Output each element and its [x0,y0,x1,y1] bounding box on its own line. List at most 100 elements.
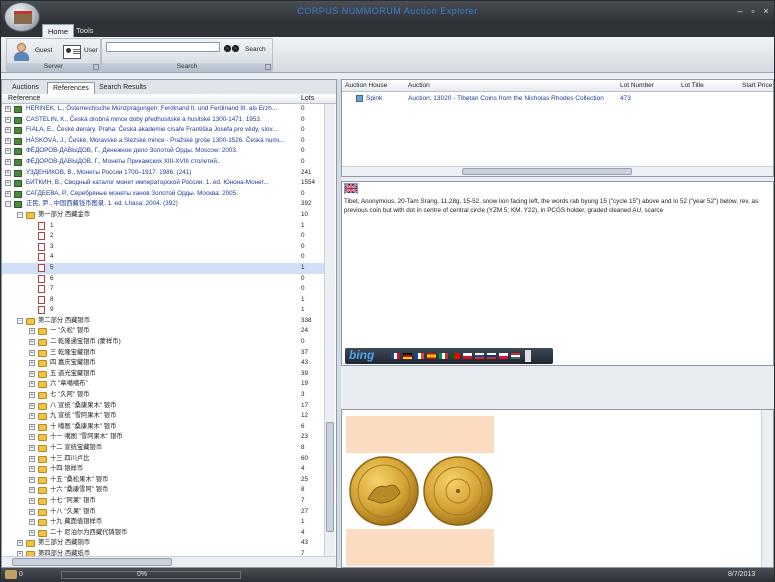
column-reference[interactable]: Reference [8,95,40,102]
pt-flag-icon[interactable] [451,353,460,359]
scroll-thumb[interactable] [326,422,334,532]
expand-icon[interactable]: + [29,381,35,388]
de-flag-icon[interactable] [403,353,412,359]
expand-icon[interactable]: + [29,328,35,335]
expand-icon[interactable]: + [5,137,11,144]
maximize-button[interactable]: ▫ [747,5,759,17]
collapse-icon[interactable]: − [17,317,23,324]
minimize-button[interactable]: – [734,5,746,17]
expand-icon[interactable]: + [29,392,35,399]
expand-icon[interactable]: + [29,508,35,515]
expand-icon[interactable]: + [29,423,35,430]
binoculars-icon[interactable] [224,44,242,53]
horizontal-scrollbar[interactable] [342,166,773,176]
expand-icon[interactable]: + [5,190,11,197]
tree-row[interactable]: + ФЁДОРОВ-ДАВЫДОВ, Г., Монеты Прикамских … [2,157,324,168]
tab-auctions[interactable]: Auctions [7,82,44,94]
expand-icon[interactable]: + [29,434,35,441]
hu-flag-icon[interactable] [511,353,520,359]
search-input[interactable] [106,42,220,52]
tree-row[interactable]: + 二 乾隆通宝银币 (蒙样币) 0 [2,337,324,348]
column-lot-number[interactable]: Lot Number [620,82,654,89]
close-button[interactable]: × [760,5,772,17]
expand-icon[interactable]: + [29,487,35,494]
tree-row[interactable]: + БИТКИН, В., Сводный каталог монет импер… [2,178,324,189]
search-group-launcher[interactable] [265,64,271,70]
tree-row[interactable]: + 五 道光宝藏银币 39 [2,369,324,380]
tree-row[interactable]: + 十九 藏面值银样币 1 [2,517,324,528]
tree-row[interactable]: + FIALA, E., České denáry. Praha: Česká a… [2,125,324,136]
expand-icon[interactable]: + [29,497,35,504]
tree-row[interactable]: + 七 "久阿" 银币 3 [2,390,324,401]
tree-row[interactable]: + 第四部分 西藏纸币 7 [2,549,324,556]
expand-icon[interactable]: + [29,519,35,526]
tree-row[interactable]: + 十五 "桑松果木" 银币 25 [2,475,324,486]
table-row[interactable]: Spink Auction: 13020 - Tibetan Coins fro… [342,93,773,104]
expand-icon[interactable]: + [5,148,11,155]
expand-icon[interactable]: + [29,402,35,409]
expand-icon[interactable]: + [5,116,11,123]
user-button[interactable]: User [84,47,98,54]
column-auction-house[interactable]: Auction House [345,82,387,89]
column-lot-title[interactable]: Lot Title [681,82,704,89]
fr-flag-icon[interactable] [415,353,424,359]
tab-search-results[interactable]: Search Results [94,82,151,94]
tree-row[interactable]: 30 [2,242,324,253]
column-auction[interactable]: Auction [408,82,430,89]
tab-references[interactable]: References [47,82,95,94]
tab-tools[interactable]: Tools [71,24,99,37]
expand-icon[interactable]: + [29,413,35,420]
tree-row[interactable]: 70 [2,284,324,295]
app-menu-button[interactable] [4,2,40,32]
expand-icon[interactable]: + [29,445,35,451]
guest-button[interactable]: Guest [35,47,52,54]
tree-row[interactable]: − 第一部分 西藏金币 10 [2,210,324,221]
tree-row[interactable]: + 九 宣统 "雪阿果木" 银币 12 [2,411,324,422]
tree-row[interactable]: + 十 噶图 "桑康果木" 银币 6 [2,422,324,433]
tree-row[interactable]: + HERINEK, L., Österreichische Münzprägun… [2,104,324,115]
tree-row[interactable]: 11 [2,221,324,232]
tree-row[interactable]: + ФЁДОРОВ-ДАВЫДОВ, Г., Денежное дело Золо… [2,146,324,157]
expand-icon[interactable]: + [29,360,35,367]
tree-row[interactable]: + 三 乾隆宝藏银币 37 [2,348,324,359]
tree-row[interactable]: − 第二部分 西藏银币 338 [2,316,324,327]
tree-row[interactable]: 81 [2,295,324,306]
tree-row[interactable]: + 二十 尼泊尔为西藏代铸银币 4 [2,528,324,539]
expand-icon[interactable]: + [17,540,23,547]
user-card-icon[interactable] [63,45,81,59]
uk-flag-icon[interactable] [344,183,358,194]
tree-row[interactable]: + 八 宣统 "桑康果木" 银币 17 [2,401,324,412]
collapse-icon[interactable]: − [17,211,23,218]
bing-logo[interactable]: bing [349,348,374,362]
tree-row[interactable]: + 十二 宣统宝藏银币 8 [2,443,324,454]
expand-icon[interactable]: + [5,158,11,165]
bing-bar-grip[interactable] [525,350,531,362]
horizontal-scrollbar[interactable] [2,556,336,567]
expand-icon[interactable]: + [5,180,11,187]
tree-row[interactable]: + 十一 噶图 "雪阿果木" 银币 23 [2,432,324,443]
tree-row[interactable]: + УЗДЕНИКОВ, В., Монеты России 1700–1917.… [2,168,324,179]
tab-home[interactable]: Home [42,24,75,37]
cz-flag-icon[interactable] [463,353,472,359]
tree-row[interactable]: + 四 嘉庆宝藏银币 43 [2,358,324,369]
tree-row[interactable]: 91 [2,305,324,316]
vertical-scrollbar[interactable] [324,104,335,556]
tree-row[interactable]: 60 [2,274,324,285]
tree-row[interactable]: + HÁSKOVÁ, J., České, Moravské a Slezské … [2,136,324,147]
sk-flag-icon[interactable] [475,353,484,359]
vertical-scrollbar[interactable] [761,410,773,567]
expand-icon[interactable]: + [29,370,35,377]
tree-row[interactable]: 40 [2,252,324,263]
tree-row[interactable]: 51 [2,262,324,274]
it-flag-icon[interactable] [439,353,448,359]
column-lots[interactable]: Lots [301,95,314,102]
expand-icon[interactable]: + [29,466,35,473]
tree-row[interactable]: + 一 "久松" 银币 24 [2,326,324,337]
uk-flag-icon[interactable] [391,353,400,359]
tree-row[interactable]: + 十六 "桑康雪阿" 银币 8 [2,485,324,496]
tree-row[interactable]: − 正民, 尹., 中国西藏钱币图录. 1. ed. Lhasa: 2004. (… [2,199,324,210]
tree-row[interactable]: 20 [2,231,324,242]
tree-row[interactable]: + САГДЕЕВА, Р., Серебряные монеты ханов З… [2,189,324,200]
scroll-thumb[interactable] [12,558,172,566]
tree-row[interactable]: + 第三部分 西藏铜币 43 [2,538,324,549]
